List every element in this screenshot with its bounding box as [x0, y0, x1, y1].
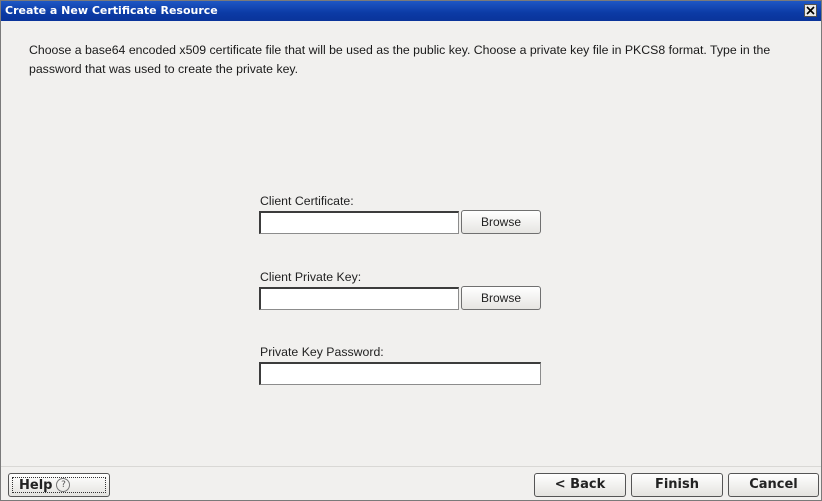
title-bar: Create a New Certificate Resource	[1, 1, 821, 21]
client-private-key-browse-button[interactable]: Browse	[461, 286, 541, 310]
window-title: Create a New Certificate Resource	[5, 4, 218, 17]
client-certificate-label: Client Certificate:	[260, 194, 354, 208]
help-button[interactable]: Help?	[8, 473, 110, 497]
certificate-dialog: Create a New Certificate Resource Choose…	[0, 0, 822, 501]
client-certificate-browse-button[interactable]: Browse	[461, 210, 541, 234]
finish-button[interactable]: Finish	[631, 473, 723, 497]
footer-divider	[1, 466, 821, 467]
client-private-key-input[interactable]	[259, 287, 459, 310]
back-button[interactable]: < Back	[534, 473, 626, 497]
cancel-button[interactable]: Cancel	[728, 473, 819, 497]
help-label: Help	[19, 478, 53, 493]
close-button[interactable]	[804, 4, 817, 17]
client-private-key-label: Client Private Key:	[260, 270, 362, 284]
help-focus-ring: Help?	[12, 477, 106, 493]
private-key-password-input[interactable]	[259, 362, 541, 385]
client-certificate-input[interactable]	[259, 211, 459, 234]
help-icon: ?	[56, 477, 71, 492]
close-icon	[806, 6, 815, 15]
private-key-password-label: Private Key Password:	[260, 345, 384, 359]
instructions-text: Choose a base64 encoded x509 certificate…	[29, 43, 771, 76]
